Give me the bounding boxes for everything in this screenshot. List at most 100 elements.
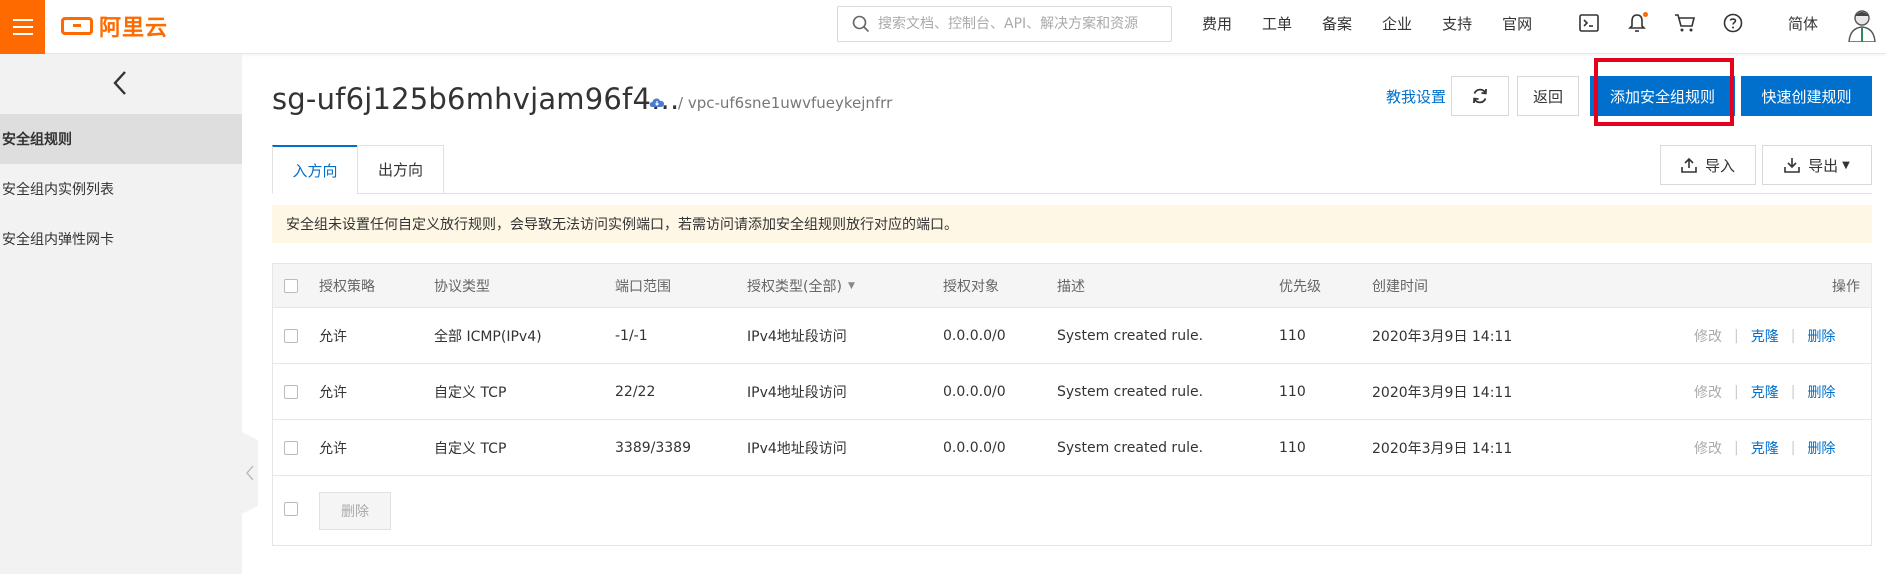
sidebar-collapse-handle[interactable] [242, 432, 258, 514]
refresh-icon [1473, 88, 1487, 104]
cloud-icon [649, 98, 665, 107]
search-input[interactable] [878, 16, 1168, 32]
header-object: 授权对象 [943, 279, 999, 295]
bulk-delete-button[interactable]: 删除 [319, 492, 391, 530]
tab-outbound[interactable]: 出方向 [357, 145, 444, 194]
cell-created: 2020年3月9日 14:11 [1372, 385, 1513, 401]
select-all-checkbox[interactable] [284, 264, 298, 308]
top-bar: 阿里云 费用 工单 备案 企业 支持 官网 简体 [0, 0, 1886, 54]
search-icon [852, 15, 870, 33]
top-nav: 费用 工单 备案 企业 支持 官网 [1202, 0, 1562, 46]
nav-icp[interactable]: 备案 [1322, 13, 1352, 34]
table-row: 允许 自定义 TCP 22/22 IPv4地址段访问 0.0.0.0/0 Sys… [273, 364, 1871, 420]
warning-notice: 安全组未设置任何自定义放行规则，会导致无法访问实例端口，若需访问请添加安全组规则… [272, 205, 1872, 243]
sidebar-item-label: 安全组内实例列表 [2, 182, 114, 198]
search-box[interactable] [837, 6, 1172, 42]
header-actions: 操作 [1832, 279, 1860, 295]
export-button[interactable]: 导出 ▼ [1762, 145, 1872, 185]
chevron-left-icon[interactable] [108, 68, 132, 98]
header-policy: 授权策略 [319, 279, 375, 295]
highlight-box [1594, 58, 1734, 126]
language-switch[interactable]: 简体 [1788, 13, 1818, 34]
help-icon[interactable] [1722, 12, 1744, 34]
tab-inbound[interactable]: 入方向 [272, 145, 358, 194]
edit-link[interactable]: 修改 [1694, 382, 1722, 402]
nav-support[interactable]: 支持 [1442, 13, 1472, 34]
logo[interactable]: 阿里云 [61, 11, 168, 41]
page-title: sg-uf6j125b6mhvjam96f4... [272, 82, 680, 116]
cell-description: System created rule. [1057, 440, 1204, 456]
cell-auth-type: IPv4地址段访问 [747, 441, 847, 457]
nav-enterprise[interactable]: 企业 [1382, 13, 1412, 34]
cell-policy: 允许 [319, 329, 347, 345]
cell-description: System created rule. [1057, 328, 1204, 344]
sidebar: 安全组规则 安全组内实例列表 安全组内弹性网卡 [0, 54, 242, 574]
row-checkbox[interactable] [284, 420, 298, 476]
clone-link[interactable]: 克隆 [1751, 382, 1779, 402]
nav-tickets[interactable]: 工单 [1262, 13, 1292, 34]
row-actions: 修改 | 克隆 | 删除 [1694, 420, 1835, 476]
row-checkbox[interactable] [284, 364, 298, 420]
bell-icon[interactable] [1626, 12, 1648, 34]
header-protocol: 协议类型 [434, 279, 490, 295]
tutorial-link[interactable]: 教我设置 [1386, 86, 1446, 107]
cell-auth-type: IPv4地址段访问 [747, 385, 847, 401]
cell-object: 0.0.0.0/0 [943, 328, 1006, 344]
cell-created: 2020年3月9日 14:11 [1372, 329, 1513, 345]
back-button[interactable]: 返回 [1517, 76, 1579, 116]
terminal-icon[interactable] [1578, 12, 1600, 34]
cell-created: 2020年3月9日 14:11 [1372, 441, 1513, 457]
header-description: 描述 [1057, 279, 1085, 295]
cell-priority: 110 [1279, 328, 1306, 344]
import-button[interactable]: 导入 [1660, 145, 1756, 185]
quick-create-button[interactable]: 快速创建规则 [1741, 76, 1872, 116]
caret-down-icon: ▼ [847, 281, 855, 291]
nav-official-site[interactable]: 官网 [1502, 13, 1532, 34]
nav-billing[interactable]: 费用 [1202, 13, 1232, 34]
cell-object: 0.0.0.0/0 [943, 384, 1006, 400]
cell-policy: 允许 [319, 385, 347, 401]
header-created: 创建时间 [1372, 279, 1428, 295]
edit-link[interactable]: 修改 [1694, 326, 1722, 346]
sidebar-item-enis[interactable]: 安全组内弹性网卡 [0, 214, 242, 264]
sidebar-item-label: 安全组内弹性网卡 [2, 232, 114, 248]
clone-link[interactable]: 克隆 [1751, 438, 1779, 458]
refresh-button[interactable] [1451, 76, 1509, 116]
clone-link[interactable]: 克隆 [1751, 326, 1779, 346]
table-row: 允许 自定义 TCP 3389/3389 IPv4地址段访问 0.0.0.0/0… [273, 420, 1871, 476]
caret-down-icon: ▼ [1842, 159, 1850, 171]
cell-auth-type: IPv4地址段访问 [747, 329, 847, 345]
sidebar-item-rules[interactable]: 安全组规则 [0, 114, 242, 164]
row-actions: 修改 | 克隆 | 删除 [1694, 364, 1835, 420]
cell-object: 0.0.0.0/0 [943, 440, 1006, 456]
notice-text: 安全组未设置任何自定义放行规则，会导致无法访问实例端口，若需访问请添加安全组规则… [286, 217, 958, 233]
action-separator: | [1790, 384, 1796, 400]
notification-dot [1643, 12, 1648, 17]
header-port: 端口范围 [615, 279, 671, 295]
edit-link[interactable]: 修改 [1694, 438, 1722, 458]
top-icons [1578, 0, 1744, 46]
cell-port: 22/22 [615, 384, 656, 400]
footer-select-all-checkbox[interactable] [284, 478, 298, 540]
avatar[interactable] [1846, 6, 1878, 42]
delete-link[interactable]: 删除 [1807, 438, 1835, 458]
table-header: 授权策略 协议类型 端口范围 授权类型(全部) ▼ 授权对象 描述 优先级 创建… [273, 264, 1871, 308]
delete-link[interactable]: 删除 [1807, 326, 1835, 346]
row-actions: 修改 | 克隆 | 删除 [1694, 308, 1835, 364]
table-row: 允许 全部 ICMP(IPv4) -1/-1 IPv4地址段访问 0.0.0.0… [273, 308, 1871, 364]
row-checkbox[interactable] [284, 308, 298, 364]
delete-link[interactable]: 删除 [1807, 382, 1835, 402]
vpc-breadcrumb[interactable]: / vpc-uf6sne1uwvfueykejnfrr [678, 94, 892, 112]
import-label: 导入 [1704, 156, 1735, 175]
logo-mark-icon [61, 17, 93, 35]
cart-icon[interactable] [1674, 12, 1696, 34]
header-auth-type: 授权类型(全部) [747, 279, 842, 295]
menu-icon[interactable] [0, 0, 45, 54]
action-separator: | [1790, 440, 1796, 456]
export-label: 导出 [1808, 156, 1839, 175]
cell-policy: 允许 [319, 441, 347, 457]
sidebar-item-instances[interactable]: 安全组内实例列表 [0, 164, 242, 214]
header-auth-type-filter[interactable]: 授权类型(全部) ▼ [747, 264, 855, 308]
cell-port: -1/-1 [615, 328, 648, 344]
chevron-left-icon [246, 465, 254, 481]
